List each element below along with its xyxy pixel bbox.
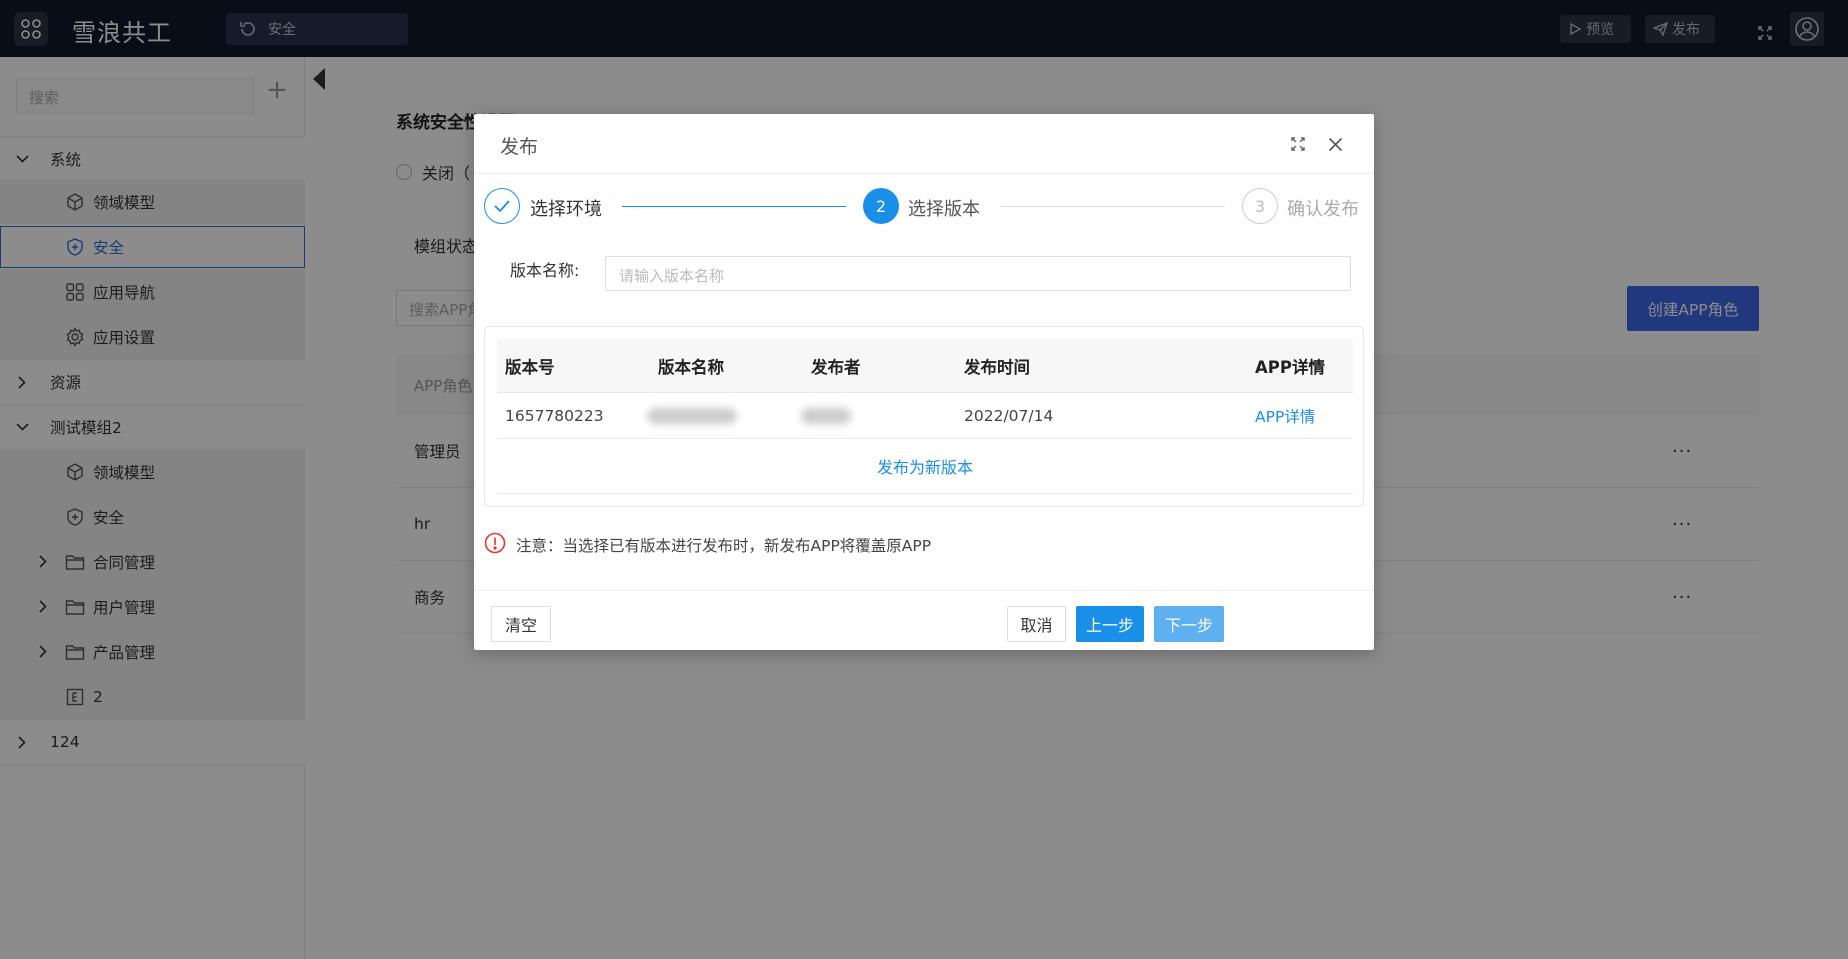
notice: 注意：当选择已有版本进行发布时，新发布APP将覆盖原APP bbox=[484, 532, 931, 558]
notice-text: 注意：当选择已有版本进行发布时，新发布APP将覆盖原APP bbox=[516, 537, 932, 555]
step-2-number: 2 bbox=[863, 188, 899, 224]
step-2-line bbox=[1001, 206, 1225, 207]
column-header-version: 版本号 bbox=[505, 357, 555, 377]
dialog-title: 发布 bbox=[500, 136, 539, 158]
publish-new-version-link[interactable]: 发布为新版本 bbox=[497, 439, 1353, 494]
version-name-input[interactable]: 请输入版本名称 bbox=[605, 256, 1351, 291]
previous-step-button[interactable]: 上一步 bbox=[1076, 606, 1144, 642]
version-table-header: 版本号 版本名称 发布者 发布时间 APP详情 bbox=[497, 339, 1353, 393]
warning-icon bbox=[484, 532, 506, 558]
publish-steps: 选择环境 2 选择版本 3 确认发布 bbox=[474, 188, 1374, 228]
publisher-redacted bbox=[801, 393, 851, 438]
step-1-line bbox=[622, 206, 846, 207]
step-1-label: 选择环境 bbox=[530, 199, 602, 220]
step-3-label: 确认发布 bbox=[1287, 199, 1359, 220]
column-header-publish-time: 发布时间 bbox=[964, 357, 1030, 377]
dialog-header: 发布 bbox=[474, 114, 1374, 174]
column-header-app-detail: APP详情 bbox=[1255, 357, 1325, 377]
next-step-button[interactable]: 下一步 bbox=[1154, 606, 1224, 642]
close-icon[interactable] bbox=[1324, 133, 1346, 155]
column-header-version-name: 版本名称 bbox=[658, 357, 724, 377]
version-name-label: 版本名称: bbox=[510, 261, 580, 280]
version-table: 版本号 版本名称 发布者 发布时间 APP详情 1657780223 2022/… bbox=[484, 326, 1364, 507]
publish-time: 2022/07/14 bbox=[964, 406, 1054, 425]
publish-dialog: 发布 选择环境 2 选择版本 3 确认发布 版本名称: 请输入版本名称 版本号 … bbox=[474, 114, 1374, 650]
step-2-label: 选择版本 bbox=[908, 199, 980, 220]
version-number: 1657780223 bbox=[505, 406, 604, 425]
dialog-footer: 清空 取消 上一步 下一步 bbox=[474, 590, 1374, 650]
cancel-button[interactable]: 取消 bbox=[1007, 606, 1066, 642]
table-row[interactable]: 1657780223 2022/07/14 APP详情 bbox=[497, 393, 1353, 439]
maximize-icon[interactable] bbox=[1287, 133, 1309, 155]
step-3-number: 3 bbox=[1242, 188, 1278, 224]
app-detail-link[interactable]: APP详情 bbox=[1255, 393, 1315, 438]
step-done-check-icon bbox=[484, 188, 520, 224]
column-header-publisher: 发布者 bbox=[811, 357, 861, 377]
version-name-redacted bbox=[647, 393, 737, 438]
clear-button[interactable]: 清空 bbox=[491, 606, 551, 642]
